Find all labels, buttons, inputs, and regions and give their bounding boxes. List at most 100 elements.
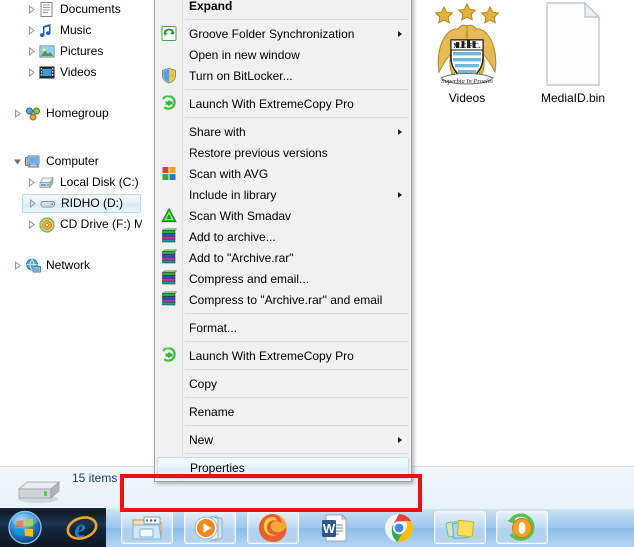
nav-item-label: Homegroup bbox=[46, 106, 109, 120]
taskbar-microsoft-word-icon[interactable]: W bbox=[310, 511, 362, 544]
expander-collapsed-icon[interactable] bbox=[24, 173, 38, 192]
file-item-label: Videos bbox=[448, 91, 486, 105]
bitlocker-shield-icon bbox=[160, 67, 177, 84]
nav-item-computer[interactable]: Computer bbox=[8, 152, 141, 171]
file-item[interactable]: MediaID.bin bbox=[528, 2, 618, 105]
menu-item-label: Open in new window bbox=[189, 47, 300, 62]
menu-item-add-to-archive-rar[interactable]: Add to "Archive.rar" bbox=[155, 247, 411, 268]
menu-item-label: Add to archive... bbox=[189, 229, 276, 244]
expander-collapsed-icon[interactable] bbox=[24, 21, 38, 40]
nav-item-documents[interactable]: Documents bbox=[22, 0, 141, 19]
expander-collapsed-icon[interactable] bbox=[10, 104, 24, 123]
nav-item-label: Videos bbox=[60, 65, 97, 79]
submenu-arrow-icon bbox=[398, 191, 402, 198]
menu-item-label: New bbox=[189, 432, 214, 447]
menu-item-properties[interactable]: Properties bbox=[157, 457, 409, 479]
menu-item-scan-with-smadav[interactable]: Scan With Smadav bbox=[155, 205, 411, 226]
submenu-arrow-icon bbox=[398, 30, 402, 37]
screen-root: Documents Music Pictures Videos Homegroup Com… bbox=[0, 0, 634, 547]
taskbar-sticky-notes-icon[interactable] bbox=[434, 511, 486, 544]
svg-text:e: e bbox=[74, 514, 86, 543]
menu-separator bbox=[185, 453, 409, 454]
file-item[interactable]: M.C.F.C. Superbia In Proelio Videos bbox=[422, 2, 512, 105]
menu-item-compress-and-email[interactable]: Compress and email... bbox=[155, 268, 411, 289]
nav-item-label: Computer bbox=[46, 154, 99, 168]
menu-item-label: Properties bbox=[190, 461, 245, 475]
expander-collapsed-icon[interactable] bbox=[24, 0, 38, 19]
menu-item-add-to-archive[interactable]: Add to archive... bbox=[155, 226, 411, 247]
nav-item-videos[interactable]: Videos bbox=[22, 63, 141, 82]
menu-item-rename[interactable]: Rename bbox=[155, 401, 411, 422]
menu-separator bbox=[185, 117, 409, 118]
menu-item-turn-on-bitlocker[interactable]: Turn on BitLocker... bbox=[155, 65, 411, 86]
expander-collapsed-icon[interactable] bbox=[24, 42, 38, 61]
expander-collapsed-icon[interactable] bbox=[24, 63, 38, 82]
menu-item-compress-to-archive-rar-and-email[interactable]: Compress to "Archive.rar" and email bbox=[155, 289, 411, 310]
menu-separator bbox=[185, 19, 409, 20]
svg-text:W: W bbox=[323, 521, 336, 536]
cd-drive-icon bbox=[38, 216, 56, 233]
file-item-label: MediaID.bin bbox=[540, 91, 606, 105]
taskbar-internet-explorer-icon[interactable]: e bbox=[56, 511, 108, 544]
nav-item-network[interactable]: Network bbox=[8, 256, 141, 275]
menu-item-groove-folder-synchronization[interactable]: Groove Folder Synchronization bbox=[155, 23, 411, 44]
menu-item-include-in-library[interactable]: Include in library bbox=[155, 184, 411, 205]
nav-item-label: RIDHO (D:) bbox=[61, 196, 123, 210]
groove-sync-icon bbox=[160, 25, 177, 42]
taskbar-windows-media-player-icon[interactable] bbox=[184, 511, 236, 544]
hard-drive-icon bbox=[14, 475, 62, 508]
winrar-icon bbox=[160, 228, 177, 245]
svg-text:Superbia In Proelio: Superbia In Proelio bbox=[441, 78, 493, 85]
menu-item-launch-with-extremecopy-pro[interactable]: Launch With ExtremeCopy Pro bbox=[155, 93, 411, 114]
taskbar-mozilla-firefox-icon[interactable] bbox=[247, 511, 299, 544]
nav-item-label: CD Drive (F:) M bbox=[60, 217, 144, 231]
nav-item-ridho-d[interactable]: RIDHO (D:) bbox=[22, 194, 141, 213]
menu-separator bbox=[185, 89, 409, 90]
nav-item-music[interactable]: Music bbox=[22, 21, 141, 40]
menu-item-label: Copy bbox=[189, 376, 218, 391]
nav-item-label: Documents bbox=[60, 2, 121, 16]
menu-item-new[interactable]: New bbox=[155, 429, 411, 450]
menu-item-share-with[interactable]: Share with bbox=[155, 121, 411, 142]
expander-collapsed-icon[interactable] bbox=[10, 256, 24, 275]
winrar-icon bbox=[160, 291, 177, 308]
menu-item-restore-previous-versions[interactable]: Restore previous versions bbox=[155, 142, 411, 163]
menu-item-launch-with-extremecopy-pro[interactable]: Launch With ExtremeCopy Pro bbox=[155, 345, 411, 366]
context-menu[interactable]: Expand Groove Folder Synchronization Open … bbox=[154, 0, 412, 482]
menu-item-label: Share with bbox=[189, 124, 246, 139]
winrar-icon bbox=[160, 249, 177, 266]
menu-item-label: Compress to "Archive.rar" and email bbox=[189, 292, 383, 307]
nav-item-local-disk-c[interactable]: Local Disk (C:) bbox=[22, 173, 141, 192]
expander-collapsed-icon[interactable] bbox=[24, 215, 38, 234]
menu-item-label: Scan With Smadav bbox=[189, 208, 292, 223]
expander-expanded-icon[interactable] bbox=[10, 152, 24, 171]
nav-item-homegroup[interactable]: Homegroup bbox=[8, 104, 141, 123]
menu-item-label: Add to "Archive.rar" bbox=[189, 250, 294, 265]
menu-item-expand[interactable]: Expand bbox=[155, 0, 411, 16]
nav-item-cd-drive-f-m[interactable]: CD Drive (F:) M bbox=[22, 215, 144, 234]
homegroup-icon bbox=[24, 106, 42, 122]
menu-item-label: Groove Folder Synchronization bbox=[189, 26, 355, 41]
expander-collapsed-icon[interactable] bbox=[25, 194, 39, 213]
local-disk-icon bbox=[38, 175, 56, 191]
taskbar-windows-explorer-icon[interactable] bbox=[121, 511, 173, 544]
menu-separator bbox=[185, 397, 409, 398]
taskbar-google-chrome-icon[interactable] bbox=[373, 511, 425, 544]
navigation-pane[interactable]: Documents Music Pictures Videos Homegroup Com… bbox=[0, 0, 144, 466]
nav-item-label: Music bbox=[60, 23, 92, 37]
submenu-arrow-icon bbox=[398, 436, 402, 443]
menu-item-open-in-new-window[interactable]: Open in new window bbox=[155, 44, 411, 65]
music-note-icon bbox=[38, 23, 56, 39]
menu-item-label: Scan with AVG bbox=[189, 166, 269, 181]
menu-item-format[interactable]: Format... bbox=[155, 317, 411, 338]
taskbar-recovery-app-icon[interactable] bbox=[496, 511, 548, 544]
menu-item-label: Turn on BitLocker... bbox=[189, 68, 293, 83]
menu-item-label: Include in library bbox=[189, 187, 277, 202]
taskbar[interactable]: eW bbox=[0, 508, 634, 547]
menu-item-scan-with-avg[interactable]: Scan with AVG bbox=[155, 163, 411, 184]
svg-text:M.C.F.C.: M.C.F.C. bbox=[453, 42, 481, 50]
menu-item-copy[interactable]: Copy bbox=[155, 373, 411, 394]
smadav-icon bbox=[160, 207, 177, 224]
nav-item-pictures[interactable]: Pictures bbox=[22, 42, 141, 61]
windows-start-orb[interactable] bbox=[3, 510, 47, 545]
